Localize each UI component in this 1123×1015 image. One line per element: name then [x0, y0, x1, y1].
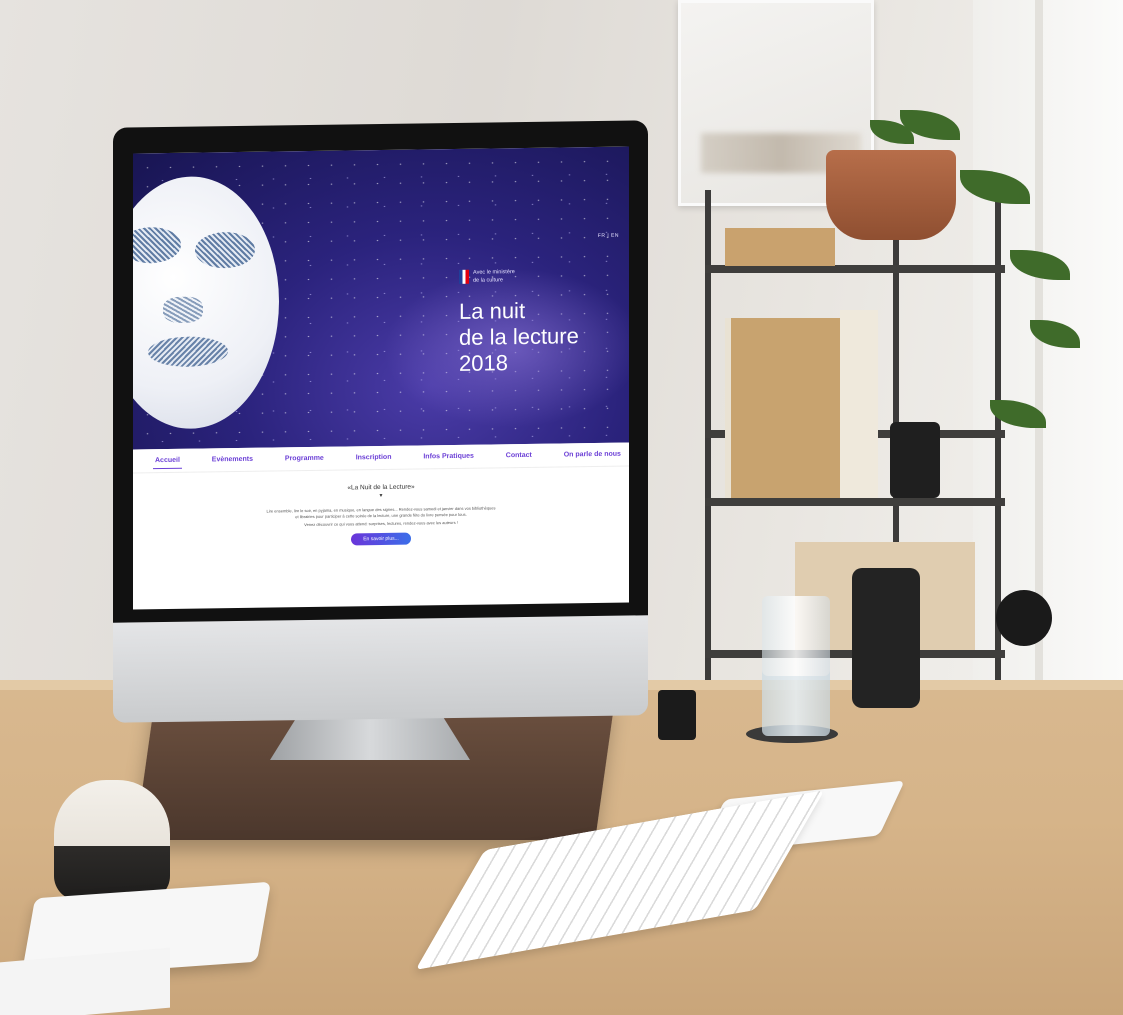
language-switch[interactable]: FR | EN [598, 233, 619, 239]
headphone-speaker [996, 590, 1052, 646]
workspace-scene: FR | EN Avec le ministère de la culture … [0, 0, 1123, 1015]
ceramic-vase [54, 780, 170, 900]
moon-eye [195, 231, 255, 269]
ministry-badge: Avec le ministère de la culture [459, 268, 515, 285]
imac-monitor: FR | EN Avec le ministère de la culture … [113, 120, 648, 723]
nav-contact[interactable]: Contact [504, 448, 534, 463]
moon-mouth [148, 336, 228, 368]
read-more-button[interactable]: En savoir plus... [351, 532, 411, 546]
website-screen: FR | EN Avec le ministère de la culture … [133, 146, 629, 610]
french-republic-flag-icon [459, 269, 469, 284]
shelf-board [705, 498, 1005, 506]
moon-eye [133, 226, 181, 264]
nav-accueil[interactable]: Accueil [153, 452, 182, 469]
water-glass [762, 596, 830, 736]
monitor-chin [113, 615, 648, 723]
nav-evenements[interactable]: Evènements [210, 452, 255, 468]
moon-nose [163, 296, 203, 324]
notebook [725, 318, 841, 498]
nav-inscription[interactable]: Inscription [354, 450, 394, 466]
plant-pot [826, 150, 956, 240]
site-title-line-1: La nuit [459, 297, 526, 324]
ministry-text: Avec le ministère de la culture [473, 268, 515, 285]
shelf-board [705, 265, 1005, 273]
intro-paragraph: Lire ensemble, lire le soir, en pyjama, … [266, 505, 496, 520]
site-title: La nuit de la lecture 2018 [459, 297, 629, 377]
phone-on-stand [852, 568, 920, 708]
hero-banner: FR | EN Avec le ministère de la culture … [133, 146, 629, 450]
camera-lens [890, 422, 940, 498]
ministry-line-2: de la culture [473, 277, 503, 284]
site-title-line-2: de la lecture 2018 [459, 323, 579, 376]
nav-infos-pratiques[interactable]: Infos Pratiques [421, 449, 476, 465]
pen-holder [658, 690, 696, 740]
nav-on-parle-de-nous[interactable]: On parle de nous [562, 447, 623, 463]
notebook [840, 310, 878, 498]
intro-paragraph-2: Venez découvrir ce qui vous attend: surp… [304, 519, 458, 528]
nav-programme[interactable]: Programme [283, 451, 326, 467]
intro-section: «La Nuit de la Lecture» ▼ Lire ensemble,… [133, 467, 629, 610]
wooden-box [725, 228, 835, 266]
